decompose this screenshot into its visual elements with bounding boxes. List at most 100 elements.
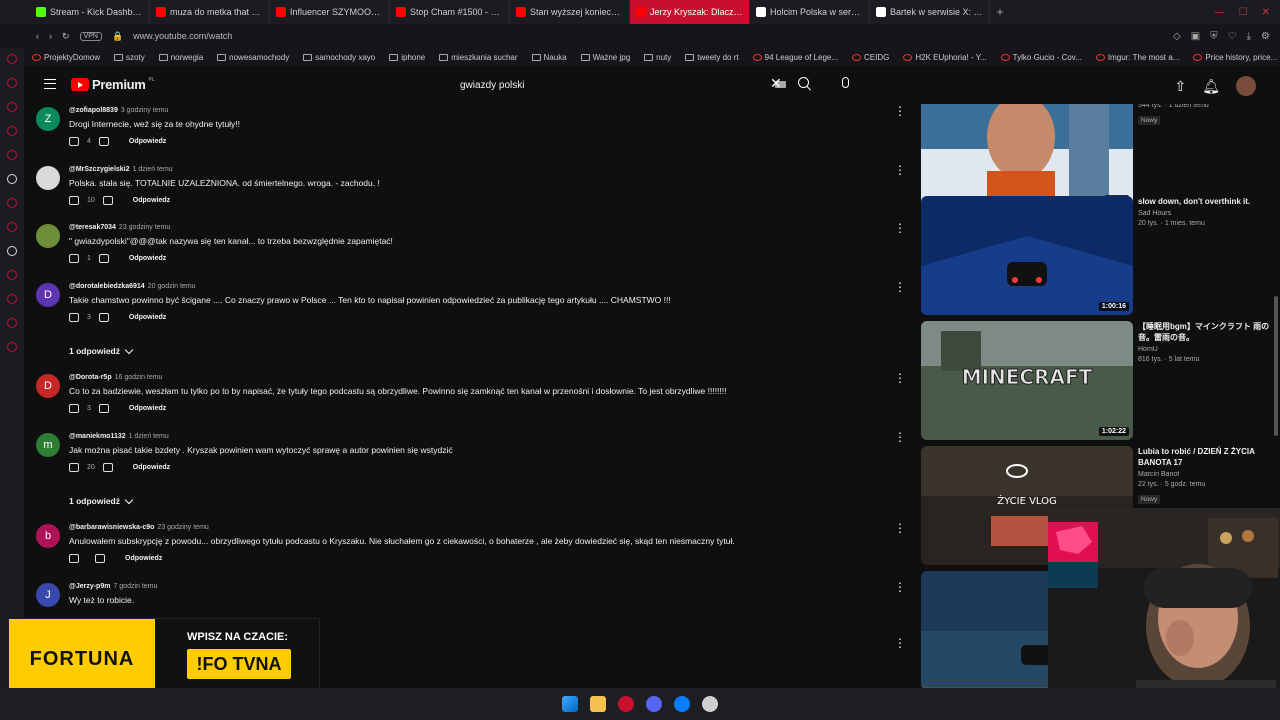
bookmark-item[interactable]: 94 League of Lege... — [752, 53, 838, 62]
scrollbar-thumb[interactable] — [1274, 296, 1278, 436]
dislike-icon[interactable] — [98, 137, 109, 146]
comment-author[interactable]: @teresak7034 — [69, 224, 116, 231]
video-title[interactable]: slow down, don't overthink it. — [1138, 196, 1276, 207]
comment-avatar[interactable]: m — [36, 433, 60, 457]
url-text[interactable]: www.youtube.com/watch — [133, 31, 232, 41]
search-icon[interactable] — [798, 77, 809, 88]
channel-name[interactable]: HomU — [1138, 346, 1276, 353]
new-tab-button[interactable]: + — [990, 5, 1010, 19]
comment-avatar[interactable]: D — [36, 283, 60, 307]
reload-icon[interactable]: ↻ — [62, 31, 70, 42]
sidebar-icon-9[interactable] — [7, 270, 17, 280]
shield-icon[interactable]: ⛨ — [1210, 31, 1218, 42]
comment-author[interactable]: @dorotalebiedzka6914 — [69, 283, 145, 290]
comment-avatar[interactable]: b — [36, 524, 60, 548]
browser-tab[interactable]: Stream - Kick Dashboard — [30, 0, 150, 24]
reply-button[interactable]: Odpowiedz — [129, 138, 166, 145]
avatar[interactable] — [1236, 76, 1256, 96]
browser-tab[interactable]: Jerzy Kryszak: Dlaczego p — [630, 0, 750, 24]
comment-avatar[interactable] — [36, 224, 60, 248]
channel-name[interactable]: Marcin Banot — [1138, 471, 1276, 478]
messenger-icon[interactable] — [674, 696, 690, 712]
reply-button[interactable]: Odpowiedz — [129, 255, 166, 262]
reply-button[interactable]: Odpowiedz — [129, 314, 166, 321]
bookmark-item[interactable]: ProjektyDomow — [32, 53, 100, 62]
bookmark-item[interactable]: CEIDG — [852, 53, 889, 62]
bookmark-item[interactable]: Price history, price... — [1193, 53, 1277, 62]
like-icon[interactable] — [69, 254, 79, 263]
reply-button[interactable]: Odpowiedz — [133, 197, 170, 204]
maximize-icon[interactable]: ☐ — [1239, 7, 1248, 18]
recommended-video[interactable]: 1:00:16 slow down, don't overthink it. Sad… — [920, 196, 1276, 316]
download-icon[interactable]: ⤓ — [1247, 31, 1251, 42]
bookmark-item[interactable]: Ważne jpg — [580, 53, 630, 62]
comment-time[interactable]: 23 godziny temu — [157, 524, 208, 531]
video-title[interactable]: 【睡眠用bgm】マインクラフト 雨の音。雷雨の音。 — [1138, 321, 1276, 343]
comment-time[interactable]: 7 godzin temu — [113, 583, 157, 590]
more-options-icon[interactable]: ⋮ — [894, 222, 906, 234]
like-icon[interactable] — [69, 196, 79, 205]
discord-icon[interactable] — [646, 696, 662, 712]
show-replies-button[interactable]: 1 odpowiedź — [69, 495, 134, 506]
sidebar-icon-12[interactable] — [7, 342, 17, 352]
back-icon[interactable]: ‹ — [36, 31, 39, 41]
more-options-icon[interactable]: ⋮ — [894, 105, 906, 117]
reply-button[interactable]: Odpowiedz — [133, 464, 170, 471]
like-icon[interactable] — [69, 554, 79, 563]
settings-icon[interactable]: ⚙ — [1261, 31, 1270, 42]
microphone-icon[interactable] — [842, 77, 849, 88]
reply-button[interactable]: Odpowiedz — [125, 555, 162, 562]
comment-author[interactable]: @barbarawisniewska-c9o — [69, 524, 154, 531]
more-options-icon[interactable]: ⋮ — [894, 637, 906, 649]
youtube-logo[interactable]: Premium PL — [71, 77, 155, 92]
heart-icon[interactable]: ♡ — [1228, 31, 1237, 42]
bookmark-item[interactable]: iphone — [389, 53, 425, 62]
bookmark-item[interactable]: tweety do rt — [685, 53, 739, 62]
bookmark-item[interactable]: nuty — [644, 53, 671, 62]
like-icon[interactable] — [69, 404, 79, 413]
lock-icon[interactable]: 🔒 — [112, 31, 123, 42]
comment-author[interactable]: @Dorota-r5p — [69, 374, 112, 381]
more-options-icon[interactable]: ⋮ — [894, 522, 906, 534]
comment-time[interactable]: 1 dzień temu — [133, 166, 173, 173]
bell-icon[interactable]: 🔔︎ — [1202, 78, 1220, 95]
comment-avatar[interactable] — [36, 166, 60, 190]
sidebar-icon-8[interactable] — [7, 222, 17, 232]
opera-browser-icon[interactable] — [618, 696, 634, 712]
sidebar-icon-7[interactable] — [7, 198, 17, 208]
comment-time[interactable]: 3 godziny temu — [121, 107, 168, 114]
bookmark-item[interactable]: norwegia — [158, 53, 203, 62]
camera-icon[interactable]: ▣ — [1191, 31, 1200, 42]
recommended-video[interactable]: 42:01PatecWalatec544 tys. · 1 dzień temu… — [920, 104, 1276, 209]
channel-name[interactable]: Sad Hours — [1138, 210, 1276, 217]
bookmark-item[interactable]: samochody xayo — [303, 53, 375, 62]
video-title[interactable]: Lubia to robić / DZIEŃ Z ŻYCIA BANOTA 17 — [1138, 446, 1276, 468]
like-icon[interactable] — [69, 463, 79, 472]
bookmark-item[interactable]: nowesamochody — [217, 53, 289, 62]
bookmark-item[interactable]: mieszkania suchar — [439, 53, 518, 62]
bookmark-item[interactable]: H2K EUphoria! - Y... — [903, 53, 987, 62]
bookmark-item[interactable]: Tylko Gucio - Cov... — [1000, 53, 1082, 62]
browser-tab[interactable]: Stan wyższej konieczność — [510, 0, 630, 24]
browser-tab[interactable]: Stop Cham #1500 - Niebe — [390, 0, 510, 24]
comment-avatar[interactable]: D — [36, 374, 60, 398]
browser-tab[interactable]: Bartek w serwisie X: „O TA — [870, 0, 990, 24]
dislike-icon[interactable] — [98, 254, 109, 263]
upload-icon[interactable]: ⇧ — [1174, 78, 1186, 95]
sidebar-icon-5[interactable] — [7, 150, 17, 160]
more-options-icon[interactable]: ⋮ — [894, 281, 906, 293]
bookmark-item[interactable]: Imgur: The most a... — [1095, 53, 1179, 62]
more-options-icon[interactable]: ⋮ — [894, 164, 906, 176]
minimize-icon[interactable]: — — [1215, 7, 1225, 18]
dislike-icon[interactable] — [102, 196, 113, 205]
comment-time[interactable]: 1 dzień temu — [129, 433, 169, 440]
comment-author[interactable]: @Jerzy-p9m — [69, 583, 110, 590]
more-options-icon[interactable]: ⋮ — [894, 431, 906, 443]
comment-avatar[interactable]: Z — [36, 107, 60, 131]
comment-time[interactable]: 16 godzin temu — [115, 374, 163, 381]
sidebar-icon-6[interactable] — [7, 174, 17, 184]
sidebar-icon-3[interactable] — [7, 102, 17, 112]
comment-avatar[interactable]: J — [36, 583, 60, 607]
dislike-icon[interactable] — [98, 404, 109, 413]
video-thumbnail[interactable]: MINECRAFT 1:02:22 — [921, 321, 1133, 440]
